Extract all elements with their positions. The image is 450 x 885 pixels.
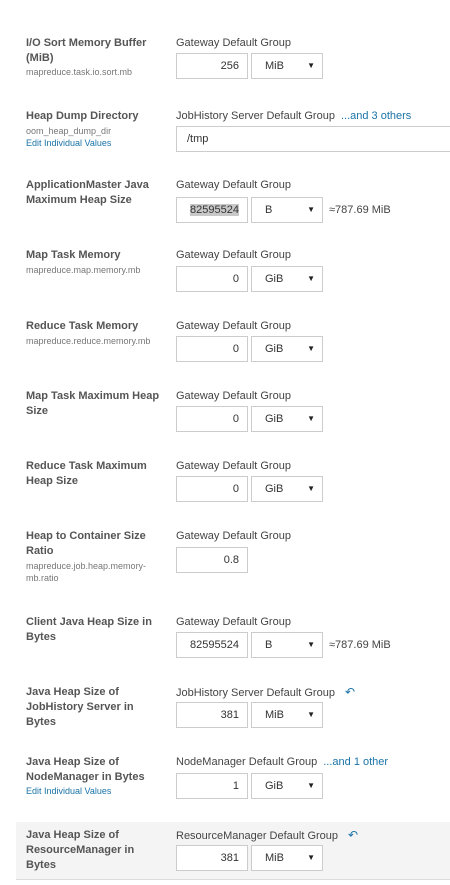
others-link[interactable]: ...and 1 other: [323, 756, 388, 768]
group-name: Gateway Default Group: [176, 249, 291, 261]
unit-select[interactable]: GiB ▼: [251, 266, 323, 292]
property-label: Java Heap Size of ResourceManager in Byt…: [26, 829, 135, 871]
group-name: NodeManager Default Group ...and 1 other: [176, 756, 389, 768]
value-input[interactable]: 1: [176, 773, 248, 799]
property-name: mapreduce.map.memory.mb: [26, 265, 141, 275]
unit-select[interactable]: MiB ▼: [251, 845, 323, 871]
config-row-heap-dump-dir: Heap Dump Directory oom_heap_dump_dir Ed…: [0, 100, 450, 172]
unit-select[interactable]: MiB ▼: [251, 702, 323, 728]
others-link[interactable]: ...and 3 others: [341, 110, 411, 122]
property-label: Heap Dump Directory: [26, 110, 139, 122]
undo-arrow-icon[interactable]: ↶: [345, 685, 355, 699]
property-name: oom_heap_dump_dir: [26, 126, 112, 136]
group-name: Gateway Default Group: [176, 390, 291, 402]
property-label: I/O Sort Memory Buffer (MiB): [26, 37, 147, 64]
directory-input[interactable]: /tmp: [176, 126, 450, 152]
property-label: Reduce Task Maximum Heap Size: [26, 460, 147, 487]
property-label: ApplicationMaster Java Maximum Heap Size: [26, 179, 149, 206]
group-name: Gateway Default Group: [176, 460, 291, 472]
value-input[interactable]: 381: [176, 702, 248, 728]
unit-select[interactable]: GiB ▼: [251, 476, 323, 502]
divider: [16, 879, 450, 880]
group-name: Gateway Default Group: [176, 179, 291, 191]
group-name: JobHistory Server Default Group ↶: [176, 685, 356, 699]
group-name: Gateway Default Group: [176, 37, 291, 49]
config-row-nodemanager-heap: Java Heap Size of NodeManager in Bytes E…: [0, 748, 450, 822]
property-name: mapreduce.reduce.memory.mb: [26, 336, 151, 346]
config-row-heap-ratio: Heap to Container Size Ratio mapreduce.j…: [0, 522, 450, 608]
value-input[interactable]: 0: [176, 406, 248, 432]
unit-select[interactable]: B ▼: [251, 632, 323, 658]
property-label: Java Heap Size of NodeManager in Bytes: [26, 756, 145, 783]
chevron-down-icon: ▼: [307, 205, 315, 214]
property-label: Map Task Memory: [26, 249, 121, 261]
config-row-reduce-memory: Reduce Task Memory mapreduce.reduce.memo…: [0, 312, 450, 382]
property-label: Client Java Heap Size in Bytes: [26, 616, 152, 643]
config-row-am-max-heap: ApplicationMaster Java Maximum Heap Size…: [0, 172, 450, 242]
value-input[interactable]: 82595524: [176, 197, 248, 223]
group-name: Gateway Default Group: [176, 530, 291, 542]
chevron-down-icon: ▼: [307, 640, 315, 649]
group-name: Gateway Default Group: [176, 616, 291, 628]
edit-individual-values-link[interactable]: Edit Individual Values: [26, 137, 111, 149]
chevron-down-icon: ▼: [307, 414, 315, 423]
edit-individual-values-link[interactable]: Edit Individual Values: [26, 785, 111, 797]
value-input[interactable]: 256: [176, 53, 248, 79]
chevron-down-icon: ▼: [307, 61, 315, 70]
config-row-resourcemanager-heap: Java Heap Size of ResourceManager in Byt…: [16, 822, 450, 879]
group-name: Gateway Default Group: [176, 320, 291, 332]
config-row-client-heap: Client Java Heap Size in Bytes Gateway D…: [0, 608, 450, 678]
chevron-down-icon: ▼: [307, 484, 315, 493]
config-row-io-sort-mb: I/O Sort Memory Buffer (MiB) mapreduce.t…: [0, 0, 450, 100]
approx-value: ≈787.69 MiB: [329, 204, 391, 216]
property-name: mapreduce.job.heap.memory-mb.ratio: [26, 561, 147, 583]
config-row-map-max-heap: Map Task Maximum Heap Size Gateway Defau…: [0, 382, 450, 452]
chevron-down-icon: ▼: [307, 274, 315, 283]
value-input[interactable]: 0: [176, 266, 248, 292]
chevron-down-icon: ▼: [307, 781, 315, 790]
config-row-jobhistory-heap: Java Heap Size of JobHistory Server in B…: [0, 678, 450, 748]
property-name: mapreduce.task.io.sort.mb: [26, 67, 133, 77]
chevron-down-icon: ▼: [307, 710, 315, 719]
value-input[interactable]: 0: [176, 336, 248, 362]
unit-select[interactable]: GiB ▼: [251, 773, 323, 799]
value-input[interactable]: 0.8: [176, 547, 248, 573]
group-name: ResourceManager Default Group ↶: [176, 828, 359, 842]
property-label: Heap to Container Size Ratio: [26, 530, 146, 557]
property-label: Java Heap Size of JobHistory Server in B…: [26, 686, 134, 728]
config-row-reduce-max-heap: Reduce Task Maximum Heap Size Gateway De…: [0, 452, 450, 522]
chevron-down-icon: ▼: [307, 344, 315, 353]
chevron-down-icon: ▼: [307, 853, 315, 862]
unit-select[interactable]: B ▼: [251, 197, 323, 223]
value-input[interactable]: 82595524: [176, 632, 248, 658]
config-row-map-memory: Map Task Memory mapreduce.map.memory.mb …: [0, 242, 450, 312]
approx-value: ≈787.69 MiB: [329, 639, 391, 651]
group-name: JobHistory Server Default Group ...and 3 …: [176, 110, 412, 122]
unit-select[interactable]: GiB ▼: [251, 406, 323, 432]
property-label: Map Task Maximum Heap Size: [26, 390, 160, 417]
unit-select[interactable]: GiB ▼: [251, 336, 323, 362]
unit-select[interactable]: MiB ▼: [251, 53, 323, 79]
undo-arrow-icon[interactable]: ↶: [348, 828, 358, 842]
value-input[interactable]: 0: [176, 476, 248, 502]
value-input[interactable]: 381: [176, 845, 248, 871]
property-label: Reduce Task Memory: [26, 320, 139, 332]
